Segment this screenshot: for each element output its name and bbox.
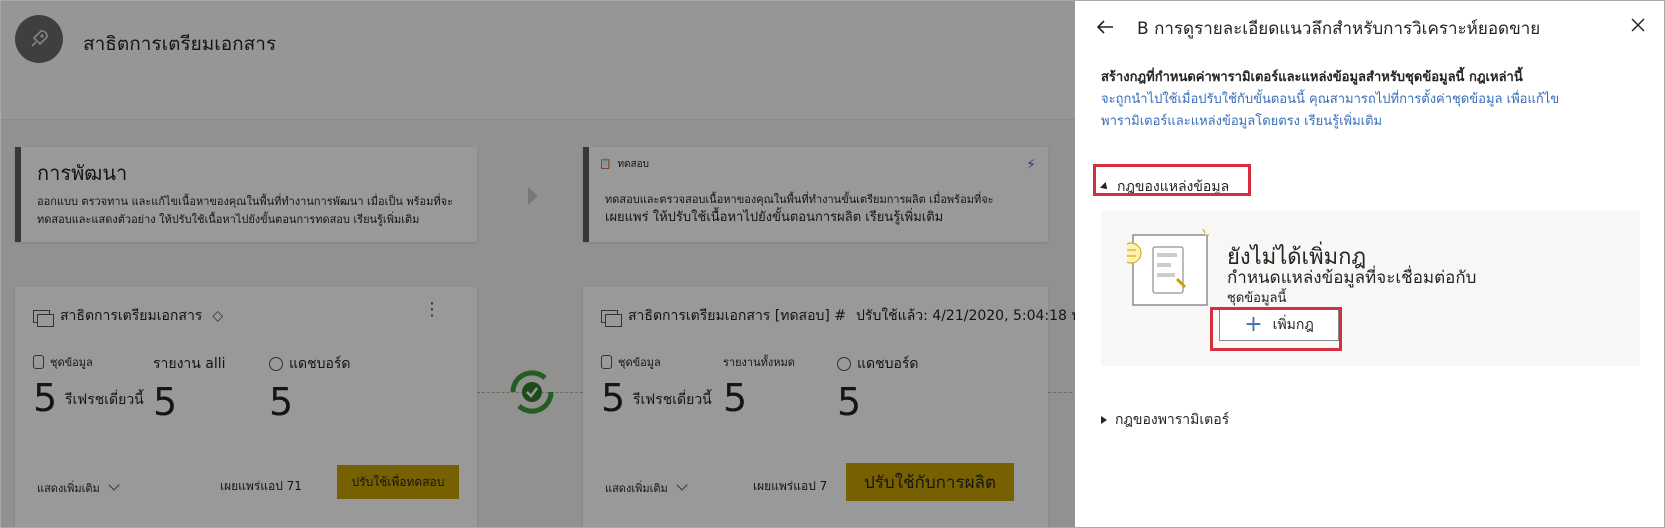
- empty-rules-state: ยังไม่ได้เพิ่มกฎ กำหนดแหล่งข้อมูลที่จะเช…: [1101, 211, 1640, 366]
- caret-right-icon: [1101, 416, 1107, 424]
- rules-illustration-icon: [1127, 229, 1209, 306]
- empty-subtitle-line: ชุดข้อมูลนี้: [1227, 291, 1287, 306]
- dataset-rules-panel: B การดูรายละเอียดแนวลึกสำหรับการวิเคราะห…: [1075, 1, 1664, 527]
- screenshot-frame: สาธิตการเตรียมเอกสาร การพัฒนา ออกแบบ ตรว…: [0, 0, 1665, 528]
- close-icon[interactable]: [1630, 17, 1646, 33]
- intro-text: สร้างกฎที่กำหนดค่าพารามิเตอร์และแหล่งข้อ…: [1101, 70, 1523, 85]
- modal-overlay[interactable]: [1, 1, 1075, 527]
- section-title: กฎของพารามิเตอร์: [1115, 412, 1230, 428]
- parameter-rules-section-toggle[interactable]: กฎของพารามิเตอร์: [1101, 409, 1229, 431]
- back-arrow-icon[interactable]: [1093, 15, 1117, 39]
- panel-intro: สร้างกฎที่กำหนดค่าพารามิเตอร์และแหล่งข้อ…: [1101, 67, 1621, 133]
- panel-title: B การดูรายละเอียดแนวลึกสำหรับการวิเคราะห…: [1137, 19, 1541, 39]
- intro-link-text[interactable]: จะถูกนำไปใช้เมื่อปรับใช้กับขั้นตอนนี้ คุ…: [1101, 92, 1559, 129]
- empty-subtitle: กำหนดแหล่งข้อมูลที่จะเชื่อมต่อกับ: [1227, 268, 1477, 288]
- deployment-pipeline-page: สาธิตการเตรียมเอกสาร การพัฒนา ออกแบบ ตรว…: [1, 1, 1085, 527]
- highlight-box: [1210, 307, 1342, 351]
- highlight-box: [1093, 164, 1251, 196]
